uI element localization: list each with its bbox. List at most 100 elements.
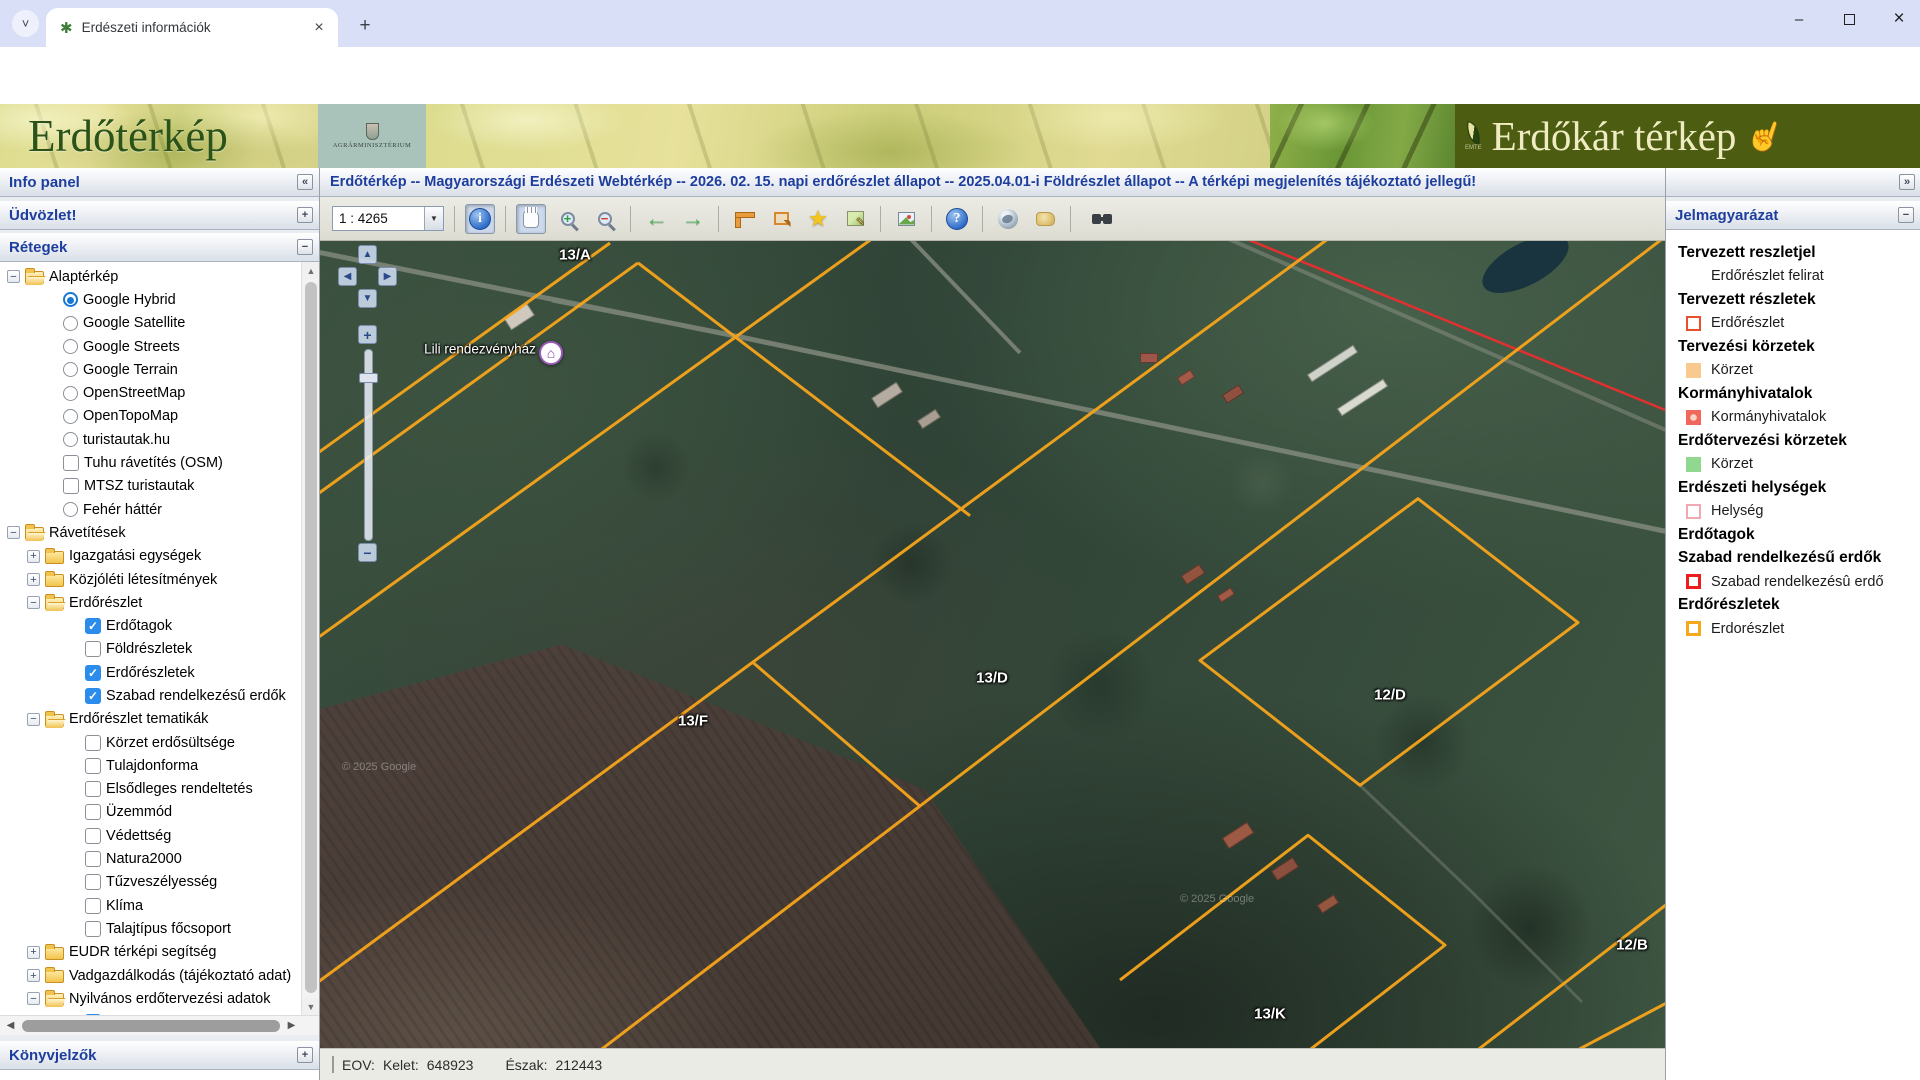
layer-row[interactable]: Talajtípus főcsoport (0, 917, 301, 940)
radio-button[interactable] (63, 432, 78, 447)
expand-node-icon[interactable]: + (27, 573, 40, 586)
window-minimize-button[interactable]: – (1786, 6, 1812, 32)
layer-row[interactable]: Földrészletek (0, 638, 301, 661)
layer-row[interactable]: Tuhu rávetítés (OSM) (0, 451, 301, 474)
scroll-left-icon[interactable]: ◀ (2, 1017, 19, 1034)
collapse-node-icon[interactable]: − (7, 526, 20, 539)
previous-extent-button[interactable]: → (641, 204, 671, 234)
layer-row[interactable]: turistautak.hu (0, 428, 301, 451)
expand-node-icon[interactable]: + (27, 946, 40, 959)
erdokar-terkep-link[interactable]: EMTE Erdőkár térkép ☝ (1455, 104, 1920, 168)
layer-row[interactable]: −Alaptérkép (0, 265, 301, 288)
layer-row[interactable]: Körzet erdősültsége (0, 731, 301, 754)
layer-row[interactable]: OpenStreetMap (0, 381, 301, 404)
layer-row[interactable]: Szabad rendelkezésű erdők (0, 684, 301, 707)
scroll-right-icon[interactable]: ▶ (283, 1017, 300, 1034)
layer-row[interactable]: Google Streets (0, 335, 301, 358)
checkbox[interactable] (85, 641, 101, 657)
checkbox[interactable] (63, 455, 79, 471)
collapse-node-icon[interactable]: − (7, 270, 20, 283)
radio-button[interactable] (63, 339, 78, 354)
venue-marker[interactable]: ⌂ (539, 341, 563, 365)
map-edit-button[interactable] (840, 204, 870, 234)
chevron-down-icon[interactable]: ▼ (424, 207, 443, 230)
checkbox[interactable] (85, 758, 101, 774)
favorites-button[interactable]: ★ (803, 204, 833, 234)
zoom-out-button[interactable]: − (358, 543, 377, 562)
checkbox[interactable] (85, 828, 101, 844)
collapse-node-icon[interactable]: − (27, 713, 40, 726)
layer-row[interactable]: −Nyilvános erdőtervezési adatok (0, 987, 301, 1010)
zoom-in-button[interactable]: + (358, 325, 377, 344)
radio-button[interactable] (63, 292, 78, 307)
checkbox[interactable] (85, 851, 101, 867)
legend-header[interactable]: Jelmagyarázat − (1666, 201, 1920, 230)
pan-left-button[interactable]: ◀ (338, 267, 357, 286)
scrollbar-thumb[interactable] (305, 282, 317, 993)
window-maximize-button[interactable] (1836, 6, 1862, 32)
tree-horizontal-scrollbar[interactable]: ◀ ▶ (0, 1015, 319, 1035)
checkbox[interactable] (85, 898, 101, 914)
checkbox[interactable] (85, 804, 101, 820)
layer-row[interactable]: +Igazgatási egységek (0, 545, 301, 568)
layer-row[interactable]: Google Hybrid (0, 288, 301, 311)
checkbox[interactable] (85, 781, 101, 797)
layer-row[interactable]: Tűzveszélyesség (0, 871, 301, 894)
google-earth-button[interactable] (993, 204, 1023, 234)
layer-row[interactable]: Üzemmód (0, 801, 301, 824)
pan-down-button[interactable]: ▼ (358, 289, 377, 308)
layer-row[interactable]: MTSZ turistautak (0, 475, 301, 498)
expand-section-button[interactable]: + (297, 207, 313, 223)
scale-select[interactable]: 1 : 4265 ▼ (332, 206, 444, 231)
scroll-up-icon[interactable]: ▲ (302, 262, 319, 279)
radio-button[interactable] (63, 386, 78, 401)
layer-row[interactable]: Erdőrészletek (0, 661, 301, 684)
info-panel-header[interactable]: Info panel « (0, 168, 319, 197)
help-button[interactable]: ? (942, 204, 972, 234)
next-extent-button[interactable]: → (678, 204, 708, 234)
layer-row[interactable]: Google Satellite (0, 312, 301, 335)
search-button[interactable] (1081, 204, 1111, 234)
layer-row[interactable]: Elsődleges rendeltetés (0, 778, 301, 801)
layer-row[interactable]: Erdőtagok (0, 614, 301, 637)
layer-row[interactable]: Fehér háttér (0, 498, 301, 521)
expand-section-button[interactable]: + (297, 1047, 313, 1063)
radio-button[interactable] (63, 409, 78, 424)
layer-row[interactable]: Google Terrain (0, 358, 301, 381)
collapse-panel-button[interactable]: « (297, 174, 313, 190)
greeting-section-header[interactable]: Üdvözlet! + (0, 201, 319, 230)
map-viewport[interactable]: Lili rendezvényház ⌂ © 2025 Google © 202… (320, 241, 1665, 1048)
checkbox[interactable] (85, 921, 101, 937)
expand-node-icon[interactable]: + (27, 969, 40, 982)
browser-tab[interactable]: ✱ Erdészeti információk × (46, 8, 338, 47)
zoom-out-button[interactable]: − (590, 204, 620, 234)
radio-button[interactable] (63, 316, 78, 331)
screenshot-button[interactable] (891, 204, 921, 234)
zoom-in-button[interactable]: + (553, 204, 583, 234)
collapse-node-icon[interactable]: − (27, 992, 40, 1005)
scrollbar-thumb[interactable] (22, 1020, 280, 1032)
tree-vertical-scrollbar[interactable]: ▲ ▼ (301, 262, 319, 1015)
expand-node-icon[interactable]: + (27, 550, 40, 563)
layer-row[interactable]: OpenTopoMap (0, 405, 301, 428)
layer-row[interactable]: −Erdőrészlet tematikák (0, 708, 301, 731)
layer-row[interactable]: +EUDR térképi segítség (0, 941, 301, 964)
identify-info-button[interactable]: i (465, 204, 495, 234)
window-close-button[interactable]: × (1886, 6, 1912, 32)
layer-row[interactable]: −Rávetítések (0, 521, 301, 544)
layer-row[interactable]: +Közjóléti létesítmények (0, 568, 301, 591)
zoom-slider-thumb[interactable] (359, 373, 378, 383)
layer-row[interactable]: Klíma (0, 894, 301, 917)
layer-row[interactable]: Natura2000 (0, 847, 301, 870)
checkbox[interactable] (85, 618, 101, 634)
tab-close-icon[interactable]: × (310, 19, 328, 37)
bookmarks-section-header[interactable]: Könyvjelzők + (0, 1041, 319, 1070)
measure-length-button[interactable] (729, 204, 759, 234)
checkbox[interactable] (63, 478, 79, 494)
checkbox[interactable] (85, 688, 101, 704)
pan-right-button[interactable]: ▶ (378, 267, 397, 286)
tab-search-chevron-icon[interactable]: ˅ (12, 10, 39, 37)
new-tab-button[interactable]: + (352, 13, 378, 39)
collapse-section-button[interactable]: − (297, 239, 313, 255)
layer-row[interactable]: −Erdőrészlet (0, 591, 301, 614)
